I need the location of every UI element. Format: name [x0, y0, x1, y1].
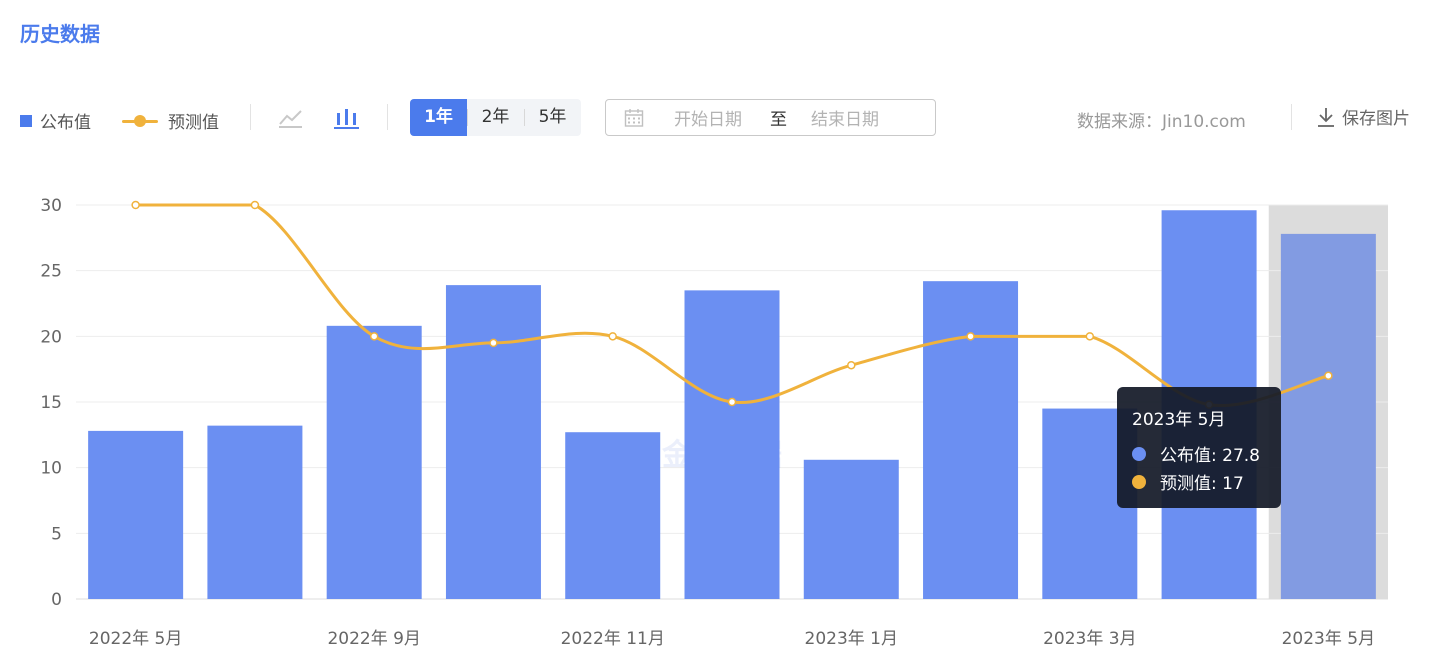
forecast-point	[608, 332, 617, 341]
bar	[88, 430, 184, 599]
y-tick-label: 5	[51, 524, 62, 544]
bar	[207, 425, 303, 599]
tooltip-line-dot	[1132, 474, 1146, 489]
tooltip-title: 2023年 5月	[1132, 410, 1226, 430]
bar	[326, 325, 422, 599]
y-tick-label: 30	[40, 196, 62, 216]
forecast-point	[847, 360, 856, 370]
y-tick-label: 25	[40, 262, 62, 282]
tooltip-row-line: 预测值: 17	[1132, 469, 1244, 494]
x-tick-label: 2023年 1月	[805, 629, 898, 649]
y-tick-label: 20	[40, 327, 62, 347]
x-tick-label: 2022年 9月	[327, 629, 420, 649]
forecast-point	[1324, 371, 1333, 380]
x-tick-label: 2023年 5月	[1282, 629, 1375, 649]
chart-tooltip: 2023年 5月 公布值: 27.8 预测值: 17	[1117, 387, 1281, 508]
tooltip-bar-value: 公布值: 27.8	[1160, 446, 1260, 466]
bar	[803, 459, 899, 599]
bar	[923, 281, 1019, 599]
forecast-point	[1085, 332, 1095, 341]
forecast-point	[727, 397, 737, 407]
forecast-point	[131, 200, 140, 210]
y-tick-label: 10	[40, 459, 62, 479]
tooltip-bar-dot	[1132, 446, 1146, 461]
forecast-point	[250, 200, 260, 210]
chart-area: 051015202530金十数据2022年 5月2022年 9月2022年 11…	[40, 196, 1388, 649]
y-tick-label: 15	[40, 393, 62, 413]
bar	[565, 432, 661, 599]
x-tick-label: 2023年 3月	[1043, 629, 1136, 649]
tooltip-row-bar: 公布值: 27.8	[1132, 441, 1260, 466]
x-tick-label: 2022年 5月	[89, 629, 182, 649]
page: 历史数据 公布值 预测值 1年 2年 5年 开始日期 至 结束日期 数据来源：J…	[0, 0, 1445, 653]
forecast-point	[489, 338, 498, 348]
forecast-point	[369, 332, 379, 341]
bar	[1280, 233, 1376, 600]
x-tick-label: 2022年 11月	[561, 629, 665, 649]
forecast-point	[966, 332, 975, 341]
tooltip-line-value: 预测值: 17	[1160, 474, 1244, 494]
bar	[445, 285, 541, 599]
y-tick-label: 0	[51, 590, 62, 610]
bar	[684, 290, 780, 599]
